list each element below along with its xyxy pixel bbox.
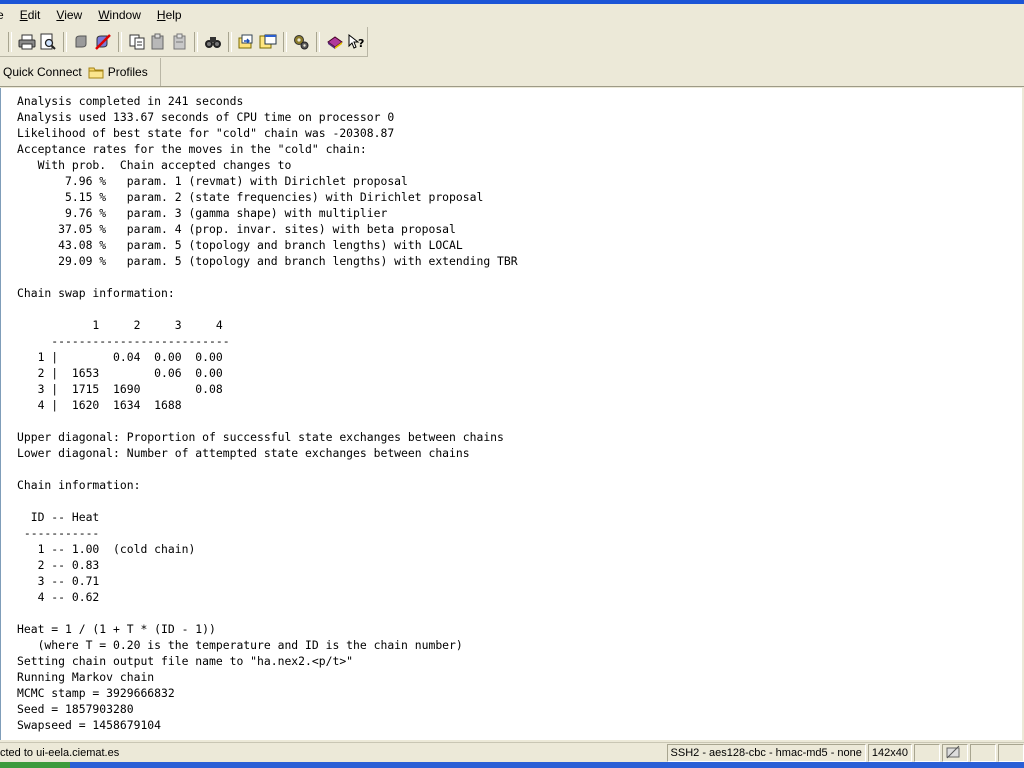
profiles-button[interactable]: Profiles xyxy=(88,65,148,79)
find-icon[interactable] xyxy=(202,31,223,53)
toolbar-divider xyxy=(0,86,1024,87)
status-panel-empty xyxy=(914,744,940,762)
menu-bar: e Edit View Window Help xyxy=(0,4,1024,26)
taskbar xyxy=(0,762,1024,768)
cipher-status: SSH2 - aes128-cbc - hmac-md5 - none xyxy=(666,744,866,762)
menu-window[interactable]: Window xyxy=(90,4,149,26)
menu-file[interactable]: e xyxy=(0,4,12,26)
copy-icon[interactable] xyxy=(126,31,147,53)
toolbar-separator xyxy=(117,31,122,52)
toolbar-separator xyxy=(62,31,67,52)
toolbar-separator xyxy=(282,31,287,52)
file-transfer-icon[interactable] xyxy=(236,31,257,53)
status-panel-empty-3 xyxy=(998,744,1024,762)
menu-help-label: Help xyxy=(156,8,182,22)
quick-connect-label: Quick Connect xyxy=(3,65,82,79)
settings-icon[interactable] xyxy=(291,31,312,53)
menu-view[interactable]: View xyxy=(48,4,90,26)
print-preview-icon[interactable] xyxy=(37,31,58,53)
terminal-window[interactable]: Analysis completed in 241 seconds Analys… xyxy=(0,88,1022,740)
menu-help[interactable]: Help xyxy=(149,4,190,26)
whats-this-icon[interactable]: ? xyxy=(345,31,366,53)
help-book-icon[interactable] xyxy=(324,31,345,53)
toolbar-separator xyxy=(316,31,320,52)
sftp-status-icon xyxy=(942,744,968,762)
menu-edit[interactable]: Edit xyxy=(12,4,49,26)
start-button[interactable] xyxy=(0,762,70,768)
terminal-output: Analysis completed in 241 seconds Analys… xyxy=(17,94,518,732)
toolbar: ? xyxy=(0,27,368,57)
toolbar-separator xyxy=(8,31,12,52)
quick-connect-bar: Quick Connect Profiles xyxy=(0,58,161,86)
new-window-icon[interactable] xyxy=(257,31,278,53)
status-panel-empty-2 xyxy=(970,744,996,762)
connection-status: cted to ui-eela.ciemat.es xyxy=(0,747,120,759)
toolbar-separator xyxy=(227,31,232,52)
status-bar: cted to ui-eela.ciemat.es SSH2 - aes128-… xyxy=(0,742,1024,763)
profiles-label: Profiles xyxy=(107,65,148,79)
toolbar-separator xyxy=(194,31,199,52)
quick-connect-button[interactable]: Quick Connect xyxy=(0,65,88,79)
folder-icon xyxy=(88,67,104,79)
svg-text:?: ? xyxy=(358,37,364,50)
disconnect-icon[interactable] xyxy=(71,31,92,53)
menu-view-label: View xyxy=(56,8,83,22)
print-icon[interactable] xyxy=(16,31,37,53)
connect-icon[interactable] xyxy=(92,31,113,53)
menu-edit-label: Edit xyxy=(19,8,41,22)
paste-special-icon[interactable] xyxy=(169,31,190,53)
paste-icon[interactable] xyxy=(147,31,168,53)
terminal-size-status: 142x40 xyxy=(867,744,912,762)
menu-window-label: Window xyxy=(98,8,141,22)
